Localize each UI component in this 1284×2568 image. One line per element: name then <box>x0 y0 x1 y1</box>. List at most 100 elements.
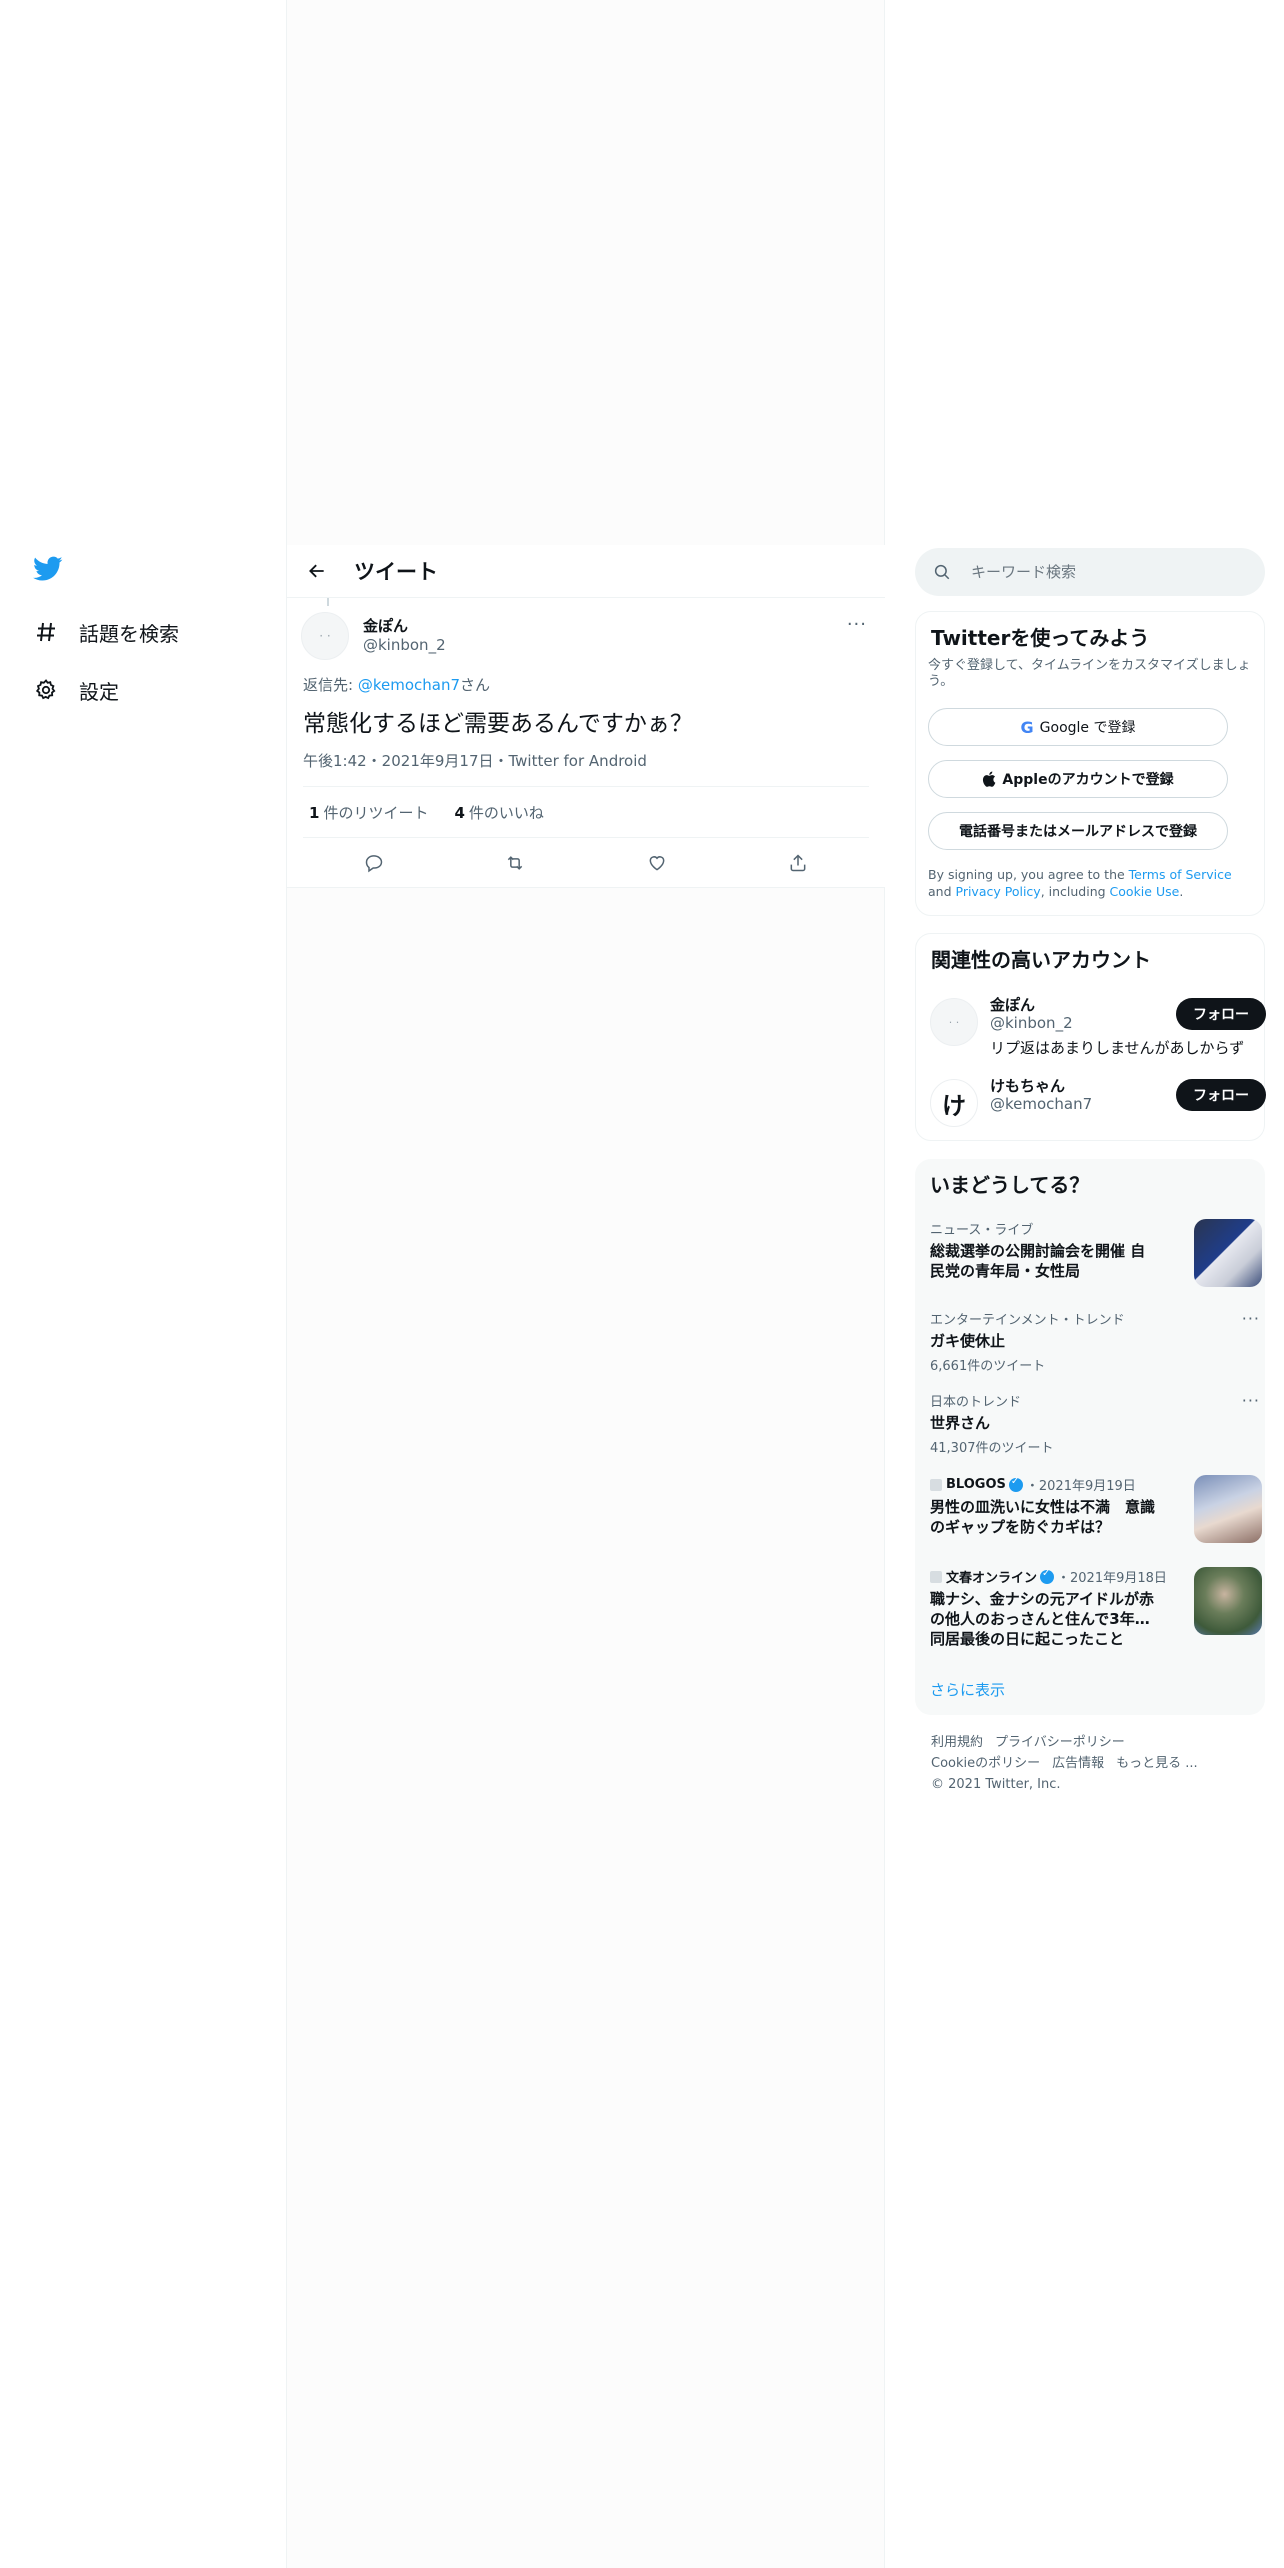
trend-context: 日本のトレンド <box>930 1395 1022 1410</box>
search-bar[interactable] <box>915 548 1265 596</box>
retweet-stat[interactable]: 1 件のリツイート <box>309 802 428 823</box>
reply-to: 返信先: @kemochan7さん <box>303 674 490 695</box>
page-title: ツイート <box>354 560 438 584</box>
copyright: © 2021 Twitter, Inc. <box>931 1777 1061 1792</box>
account-handle[interactable]: @kinbon_2 <box>990 1014 1073 1032</box>
share-icon[interactable] <box>780 845 816 881</box>
avatar[interactable]: · · <box>930 998 978 1046</box>
footer-privacy-link[interactable]: プライバシーポリシー <box>995 1735 1125 1750</box>
signup-subtitle: 今すぐ登録して、タイムラインをカスタマイズしましょう。 <box>928 658 1251 689</box>
account-bio: リプ返はあまりしませんがあしからず <box>990 1039 1245 1057</box>
tweet-actions <box>303 838 869 888</box>
news-thumbnail <box>1194 1567 1262 1635</box>
thread-line <box>327 598 329 606</box>
like-label: 件のいいね <box>468 803 544 822</box>
back-arrow-icon[interactable] <box>300 554 334 588</box>
google-icon: G <box>1020 717 1034 737</box>
author-handle[interactable]: @kinbon_2 <box>363 636 446 654</box>
google-signup-button[interactable]: G Google で登録 <box>928 708 1228 746</box>
trend-title: ガキ使休止 <box>930 1332 1006 1350</box>
follow-button[interactable]: フォロー <box>1176 998 1266 1030</box>
source-logo-icon <box>930 1570 942 1583</box>
nav-settings[interactable]: 設定 <box>33 670 119 710</box>
privacy-link[interactable]: Privacy Policy <box>956 884 1041 899</box>
tweet-author: · · 金ぽん @kinbon_2 ··· <box>301 612 871 662</box>
search-input[interactable] <box>971 563 1231 581</box>
account-handle[interactable]: @kemochan7 <box>990 1095 1092 1113</box>
account-item[interactable]: け けもちゃん @kemochan7 フォロー <box>930 1077 1266 1151</box>
account-name[interactable]: けもちゃん <box>990 1075 1065 1096</box>
retweet-count: 1 <box>309 803 320 822</box>
verified-badge-icon <box>1040 1568 1055 1584</box>
trend-count: 41,307件のツイート <box>930 1441 1054 1456</box>
heart-icon[interactable] <box>639 845 675 881</box>
trends-title: いまどうしてる？ <box>930 1173 1090 1197</box>
legal-text: By signing up, you agree to the <box>928 867 1129 882</box>
news-thumbnail <box>1194 1219 1262 1287</box>
avatar[interactable]: · · <box>301 612 349 660</box>
footer-ads-link[interactable]: 広告情報 <box>1052 1756 1104 1771</box>
phone-email-signup-button[interactable]: 電話番号またはメールアドレスで登録 <box>928 812 1228 850</box>
footer: 利用規約 プライバシーポリシー Cookieのポリシー 広告情報 もっと見る ... … <box>931 1732 1261 1795</box>
source-logo-icon <box>930 1478 942 1491</box>
trend-item[interactable]: 文春オンライン ・2021年9月18日 職ナシ、金ナシの元アイドルが赤の他人のお… <box>930 1567 1262 1649</box>
twitter-bird-icon[interactable] <box>33 556 65 588</box>
reply-suffix: さん <box>460 676 491 694</box>
hashtag-icon <box>33 619 59 645</box>
more-options-icon[interactable]: ··· <box>1242 1309 1260 1328</box>
account-name[interactable]: 金ぽん <box>990 994 1035 1015</box>
author-name[interactable]: 金ぽん <box>363 615 408 636</box>
news-thumbnail <box>1194 1475 1262 1543</box>
search-icon <box>933 562 953 582</box>
legal-text: , including <box>1040 884 1110 899</box>
retweet-icon[interactable] <box>497 845 533 881</box>
more-options-icon[interactable]: ··· <box>847 614 867 635</box>
gear-icon <box>33 677 59 703</box>
footer-cookie-link[interactable]: Cookieのポリシー <box>931 1756 1040 1771</box>
cookie-link[interactable]: Cookie Use <box>1110 884 1180 899</box>
footer-terms-link[interactable]: 利用規約 <box>931 1735 983 1750</box>
signup-legal: By signing up, you agree to the Terms of… <box>928 866 1253 900</box>
signup-title: Twitterを使ってみよう <box>931 626 1150 650</box>
tweet-stats: 1 件のリツイート 4 件のいいね <box>303 786 869 838</box>
verified-badge-icon <box>1008 1476 1023 1492</box>
right-sidebar: Twitterを使ってみよう 今すぐ登録して、タイムラインをカスタマイズしましょ… <box>885 0 1284 2568</box>
retweet-label: 件のリツイート <box>323 803 429 822</box>
google-signup-label: Google で登録 <box>1039 720 1136 736</box>
tweet-detail: · · 金ぽん @kinbon_2 ··· 返信先: @kemochan7さん … <box>287 598 885 888</box>
nav-explore-label: 話題を検索 <box>79 621 179 646</box>
like-stat[interactable]: 4 件のいいね <box>454 802 543 823</box>
trend-item[interactable]: 日本のトレンド 世界さん 41,307件のツイート ··· <box>930 1391 1260 1456</box>
news-date: ・2021年9月18日 <box>1057 1571 1167 1586</box>
source-name: BLOGOS <box>946 1477 1006 1492</box>
follow-button[interactable]: フォロー <box>1176 1079 1266 1111</box>
footer-more-link[interactable]: もっと見る ... <box>1116 1756 1198 1771</box>
nav-explore[interactable]: 話題を検索 <box>33 612 179 652</box>
tweet-timestamp[interactable]: 午後1:42・2021年9月17日・Twitter for Android <box>303 750 647 771</box>
source-name: 文春オンライン <box>946 1571 1038 1586</box>
phone-signup-label: 電話番号またはメールアドレスで登録 <box>959 824 1197 840</box>
nav-settings-label: 設定 <box>79 679 119 704</box>
show-more-link[interactable]: さらに表示 <box>930 1679 1005 1700</box>
trend-item[interactable]: BLOGOS ・2021年9月19日 男性の皿洗いに女性は不満 意識のギャップを… <box>930 1475 1262 1543</box>
signup-card: Twitterを使ってみよう 今すぐ登録して、タイムラインをカスタマイズしましょ… <box>915 611 1265 916</box>
left-sidebar: 話題を検索 設定 <box>0 0 286 2568</box>
reply-prefix: 返信先: <box>303 676 358 694</box>
trend-title: 男性の皿洗いに女性は不満 意識のギャップを防ぐカギは？ <box>930 1498 1156 1536</box>
trend-item[interactable]: ニュース・ライブ 総裁選挙の公開討論会を開催 自民党の青年局・女性局 <box>930 1219 1262 1287</box>
trend-item[interactable]: エンターテインメント・トレンド ガキ使休止 6,661件のツイート ··· <box>930 1309 1260 1374</box>
tweet-text: 常態化するほど需要あるんですかぁ？ <box>303 711 693 737</box>
trend-context: エンターテインメント・トレンド <box>930 1313 1125 1328</box>
trend-title: 職ナシ、金ナシの元アイドルが赤の他人のおっさんと住んで3年…同居最後の日に起こっ… <box>930 1590 1154 1648</box>
legal-text: . <box>1179 884 1184 899</box>
reply-mention-link[interactable]: @kemochan7 <box>358 676 460 694</box>
terms-link[interactable]: Terms of Service <box>1129 867 1232 882</box>
reply-icon[interactable] <box>356 845 392 881</box>
apple-signup-button[interactable]: Appleのアカウントで登録 <box>928 760 1228 798</box>
related-title: 関連性の高いアカウント <box>931 948 1151 972</box>
avatar[interactable]: け <box>930 1079 978 1127</box>
account-item[interactable]: · · 金ぽん @kinbon_2 リプ返はあまりしませんがあしからず フォロー <box>930 994 1266 1064</box>
trend-count: 6,661件のツイート <box>930 1359 1046 1374</box>
more-options-icon[interactable]: ··· <box>1242 1391 1260 1410</box>
legal-text: and <box>928 884 956 899</box>
